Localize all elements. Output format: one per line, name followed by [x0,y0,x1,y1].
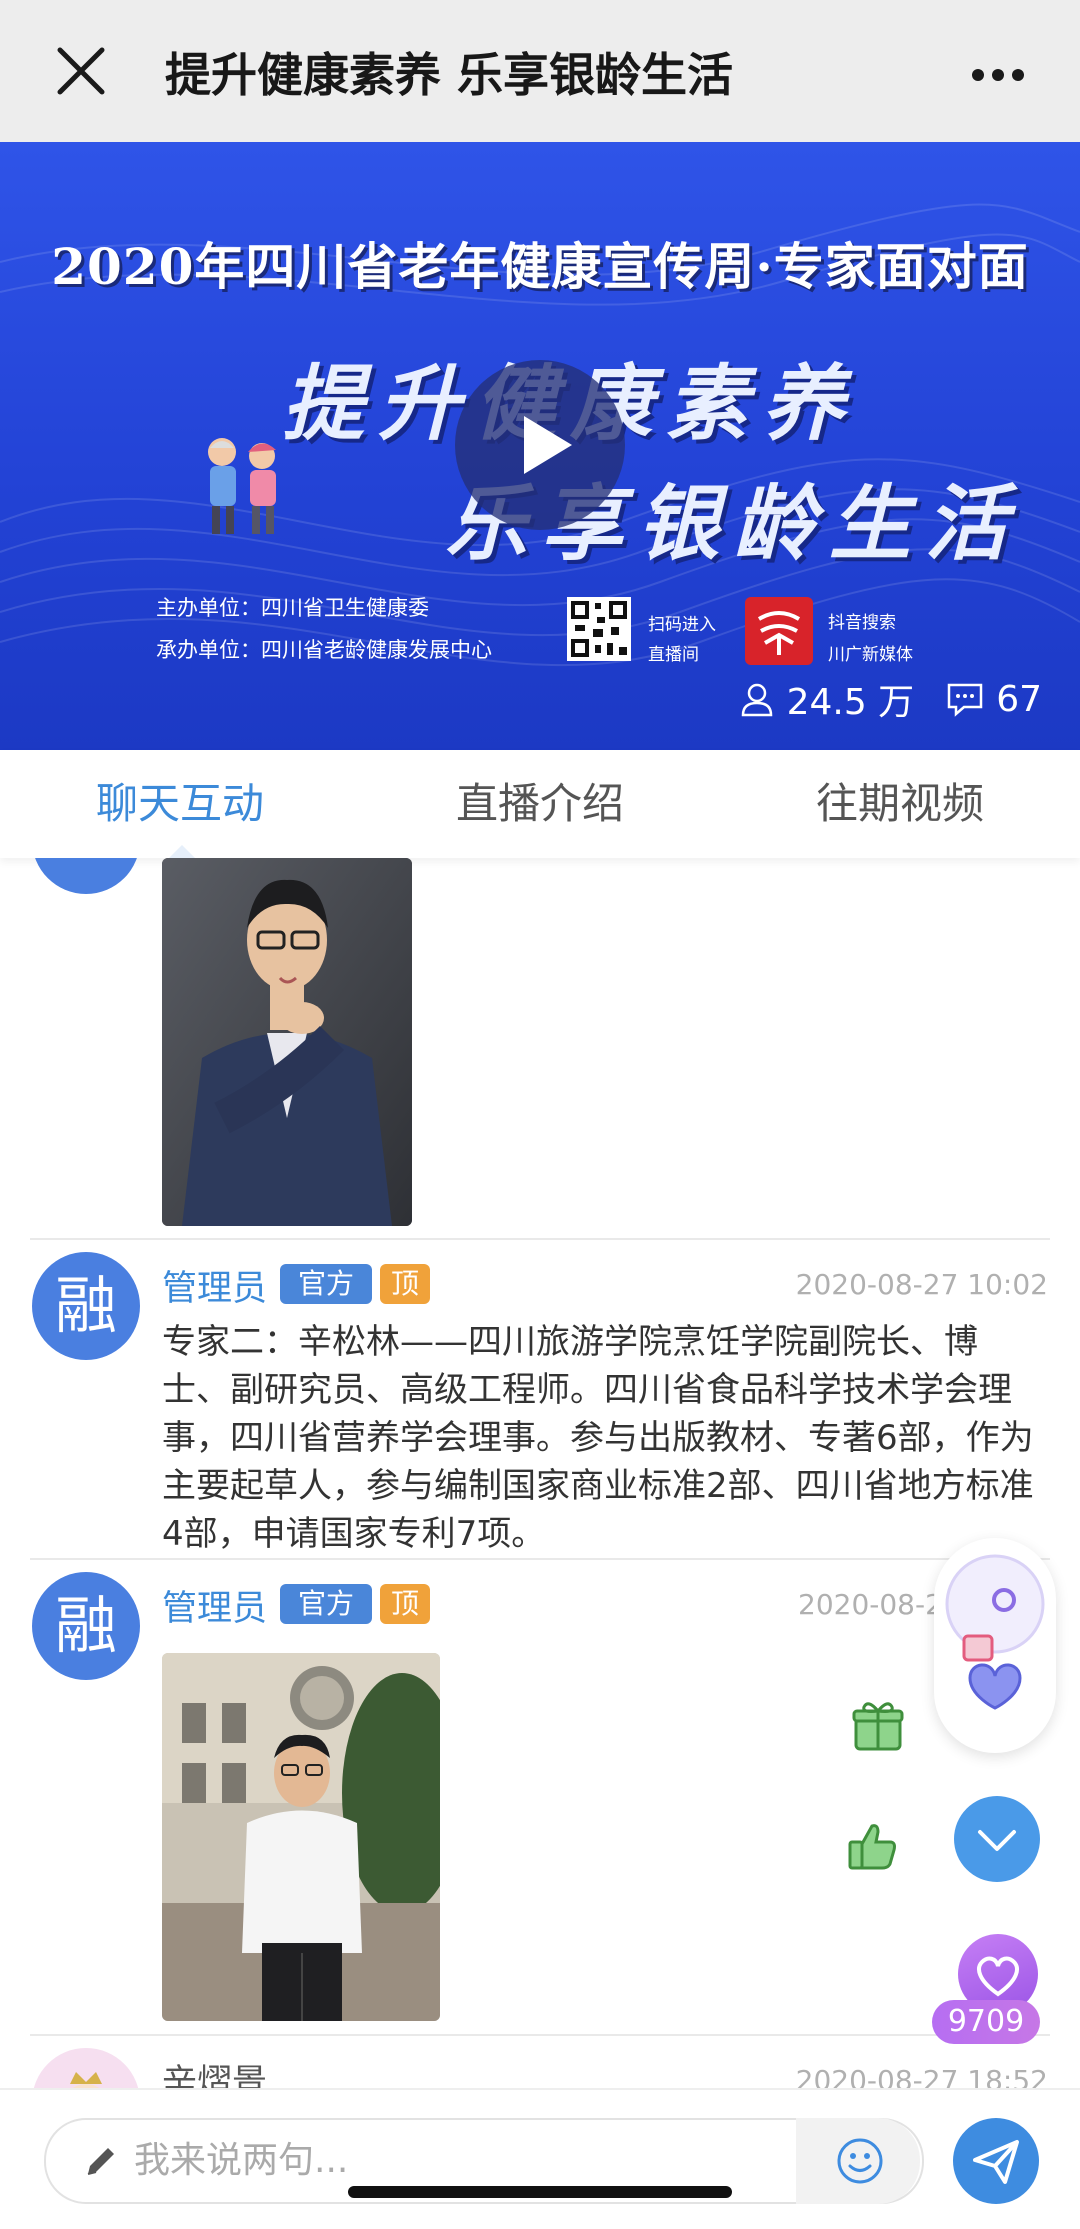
tab-chat-label: 聊天互动 [95,779,264,828]
elderly-couple-illustration [208,438,276,534]
comment-icon [946,681,984,717]
comment-count: 67 [996,678,1042,720]
tab-past-videos[interactable]: 往期视频 [780,750,1020,858]
send-icon [973,2140,1019,2184]
pencil-icon [87,2148,114,2175]
viewer-icon [739,681,775,717]
official-badge: 官方 [280,1584,372,1624]
expert-photo[interactable] [162,858,412,1226]
like-count: 9709 [932,2000,1040,2044]
more-icon[interactable] [958,55,1038,95]
pinned-badge: 顶 [380,1584,430,1624]
tab-chat[interactable]: 聊天互动 [60,750,300,859]
top-nav-bar: 提升健康素养 乐享银龄生活 [0,0,1080,142]
play-icon [524,416,572,474]
user-avatar[interactable] [32,2048,140,2088]
admin-avatar[interactable]: 融 [32,1252,140,1360]
tab-bar: 聊天互动 直播介绍 往期视频 [0,750,1080,859]
send-button[interactable] [953,2118,1039,2204]
live-video-banner[interactable]: 2020年四川省老年健康宣传周·专家面对面 提升健康素养 乐享银龄生活 主办单位… [0,142,1080,750]
message-timestamp: 2020-08-27 10:02 [795,1268,1048,1301]
floating-gift-icon [852,1702,904,1751]
comment-input-bar: 我来说两句... [0,2088,1080,2229]
message-timestamp: 2020-08-27 18:52 [795,2064,1048,2088]
pinned-badge: 顶 [380,1264,430,1304]
banner-undertaker: 承办单位：四川省老龄健康发展中心 [156,638,492,662]
gift-heart-icon [945,1554,1045,1710]
message-divider [30,1238,1050,1240]
message-text: 专家二：辛松林——四川旅游学院烹饪学院副院长、博士、副研究员、高级工程师。四川省… [162,1322,1034,1554]
chat-message-list[interactable]: 融 管理员 官方 顶 2020-08-27 10:02 专家二：辛松林——四川旅… [0,858,1080,2088]
qr-code-icon [567,597,631,661]
viewer-count: 24.5 万 [786,682,915,723]
douyin-logo [745,597,813,665]
message-divider [30,1558,1050,1560]
active-tab-indicator [168,845,196,859]
play-button[interactable] [455,360,625,530]
chevron-down-icon [978,1830,1016,1851]
douyin-hint-line1: 抖音搜索 [828,613,896,633]
close-icon[interactable] [50,40,112,102]
floating-reward-card[interactable] [934,1538,1056,1753]
tab-live-intro[interactable]: 直播介绍 [420,750,660,858]
floating-thumbs-up-icon [848,1824,896,1870]
qr-hint-line1: 扫码进入 [648,615,716,635]
message-timestamp: 2020-08-2 [798,1588,943,1621]
message-divider [30,2034,1050,2036]
home-indicator [348,2186,732,2198]
emoji-button[interactable] [796,2118,920,2204]
banner-organizer: 主办单位：四川省卫生健康委 [156,596,429,620]
smiley-icon [837,2138,883,2184]
admin-avatar[interactable]: 融 [32,1572,140,1680]
tab-live-intro-label: 直播介绍 [455,779,624,828]
message-username[interactable]: 辛熠景 [162,2054,267,2088]
expert-photo[interactable] [162,1653,440,2021]
avatar [32,858,140,894]
banner-headline: 2020年四川省老年健康宣传周·专家面对面 [51,237,1029,296]
comment-input-placeholder: 我来说两句... [134,2140,349,2181]
scroll-to-bottom-button[interactable] [954,1796,1040,1882]
message-username[interactable]: 管理员 [162,1260,267,1311]
official-badge: 官方 [280,1264,372,1304]
princess-icon [70,2072,102,2088]
douyin-hint-line2: 川广新媒体 [828,645,913,665]
message-username[interactable]: 管理员 [162,1580,267,1631]
qr-hint-line2: 直播间 [648,645,699,665]
tab-past-videos-label: 往期视频 [815,779,984,828]
page-title: 提升健康素养 乐享银龄生活 [165,48,734,102]
live-stats: 24.5 万 67 [739,674,1042,724]
